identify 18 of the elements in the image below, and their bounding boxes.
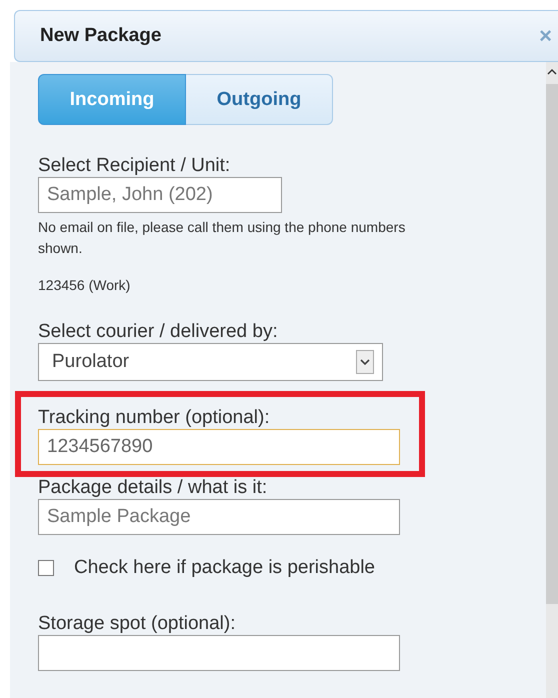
perishable-checkbox[interactable] [38, 560, 54, 576]
recipient-field[interactable]: Sample, John (202) [38, 177, 282, 213]
notice-text: No email on file, please call them using the phone numbers shown. [38, 218, 406, 258]
tab[interactable]: Incoming [38, 74, 186, 125]
storage-field[interactable] [38, 635, 400, 671]
courier-select[interactable]: Purolator [38, 343, 383, 381]
phone-text: 123456 (Work) [38, 277, 132, 293]
field-label: Storage spot (optional): [38, 613, 237, 635]
checkbox-label: Check here if package is perishable [74, 557, 376, 579]
field-label: Select courier / delivered by: [38, 321, 279, 343]
field-label: Tracking number (optional): [38, 407, 271, 429]
field-label: Package details / what is it: [38, 477, 268, 499]
tracking-field[interactable]: 1234567890 [38, 429, 400, 465]
dialog-title: New Package [40, 25, 162, 47]
details-field[interactable]: Sample Package [38, 499, 400, 535]
tab[interactable]: Outgoing [186, 74, 333, 125]
scrollbar-thumb[interactable] [546, 84, 558, 604]
field-label: Select Recipient / Unit: [38, 155, 232, 177]
